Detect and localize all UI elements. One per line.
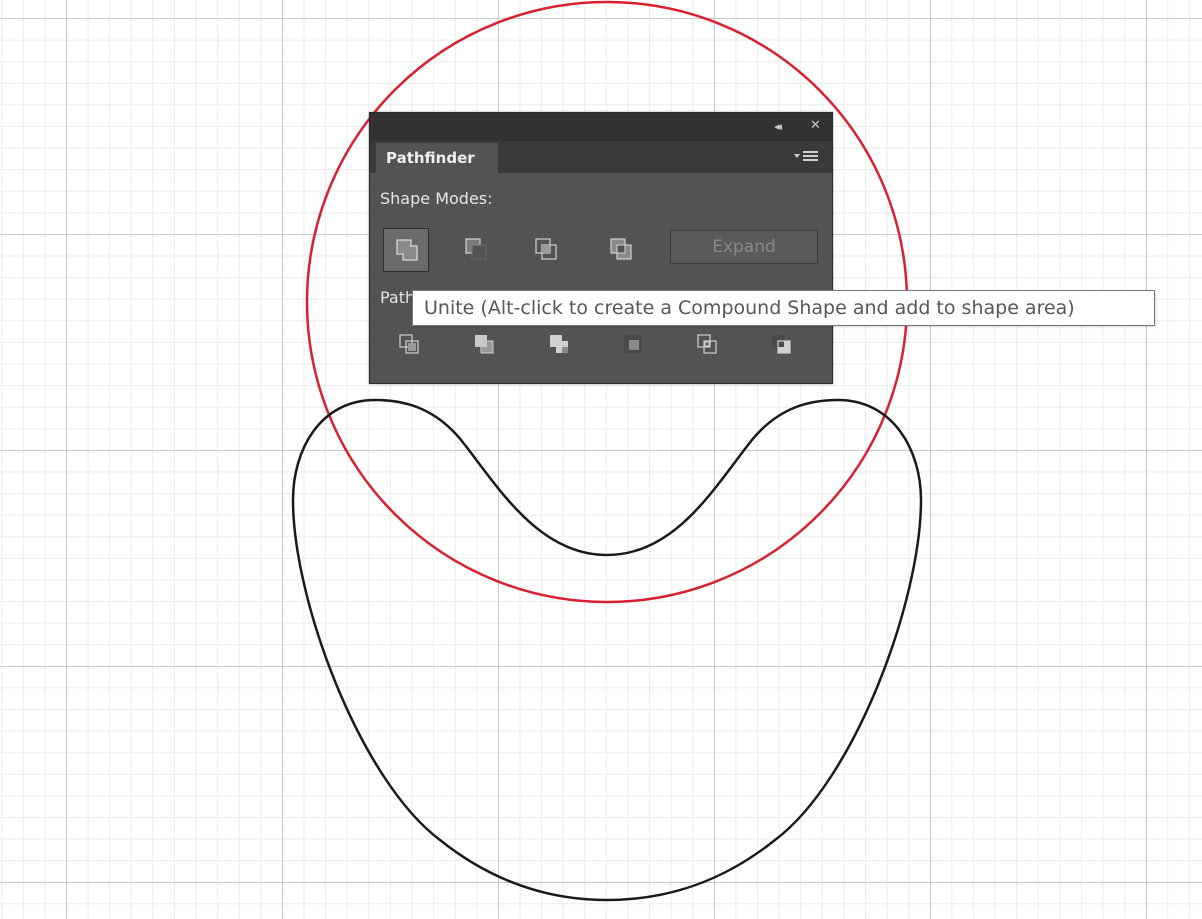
crop-button[interactable] [616, 330, 656, 366]
panel-menu-icon[interactable] [794, 149, 820, 165]
merge-icon [550, 335, 568, 353]
collapse-panel-icon[interactable]: ◂◂ [774, 119, 782, 135]
exclude-icon [610, 238, 632, 260]
shape-modes-label: Shape Modes: [380, 189, 493, 208]
trim-button[interactable] [467, 330, 507, 366]
divide-button[interactable] [392, 330, 432, 366]
intersect-icon [535, 238, 557, 260]
minus-front-button[interactable] [453, 228, 499, 272]
tab-pathfinder[interactable]: Pathfinder [376, 143, 498, 173]
unite-button[interactable] [383, 228, 429, 272]
close-panel-icon[interactable]: ✕ [810, 118, 821, 134]
expand-button[interactable]: Expand [670, 230, 818, 264]
intersect-button[interactable] [523, 228, 569, 272]
divide-icon [399, 334, 419, 354]
minus-front-icon [465, 238, 487, 260]
merge-button[interactable] [542, 330, 582, 366]
outline-button[interactable] [690, 330, 730, 366]
pathfinders-label: Pathfinders: [380, 288, 414, 307]
panel-titlebar[interactable]: ◂◂ ✕ [370, 113, 832, 141]
unite-tooltip: Unite (Alt-click to create a Compound Sh… [412, 290, 1155, 326]
crop-icon [624, 335, 642, 353]
exclude-button[interactable] [598, 228, 644, 272]
unite-icon [396, 239, 418, 261]
pathfinder-panel: ◂◂ ✕ Pathfinder Shape Modes: Expand Path [369, 112, 833, 384]
minus-back-icon [772, 335, 791, 354]
panel-tab-strip: Pathfinder [370, 141, 832, 173]
minus-back-button[interactable] [764, 330, 804, 366]
bean-shape[interactable] [291, 398, 923, 902]
trim-icon [475, 335, 494, 354]
outline-icon [697, 334, 717, 354]
